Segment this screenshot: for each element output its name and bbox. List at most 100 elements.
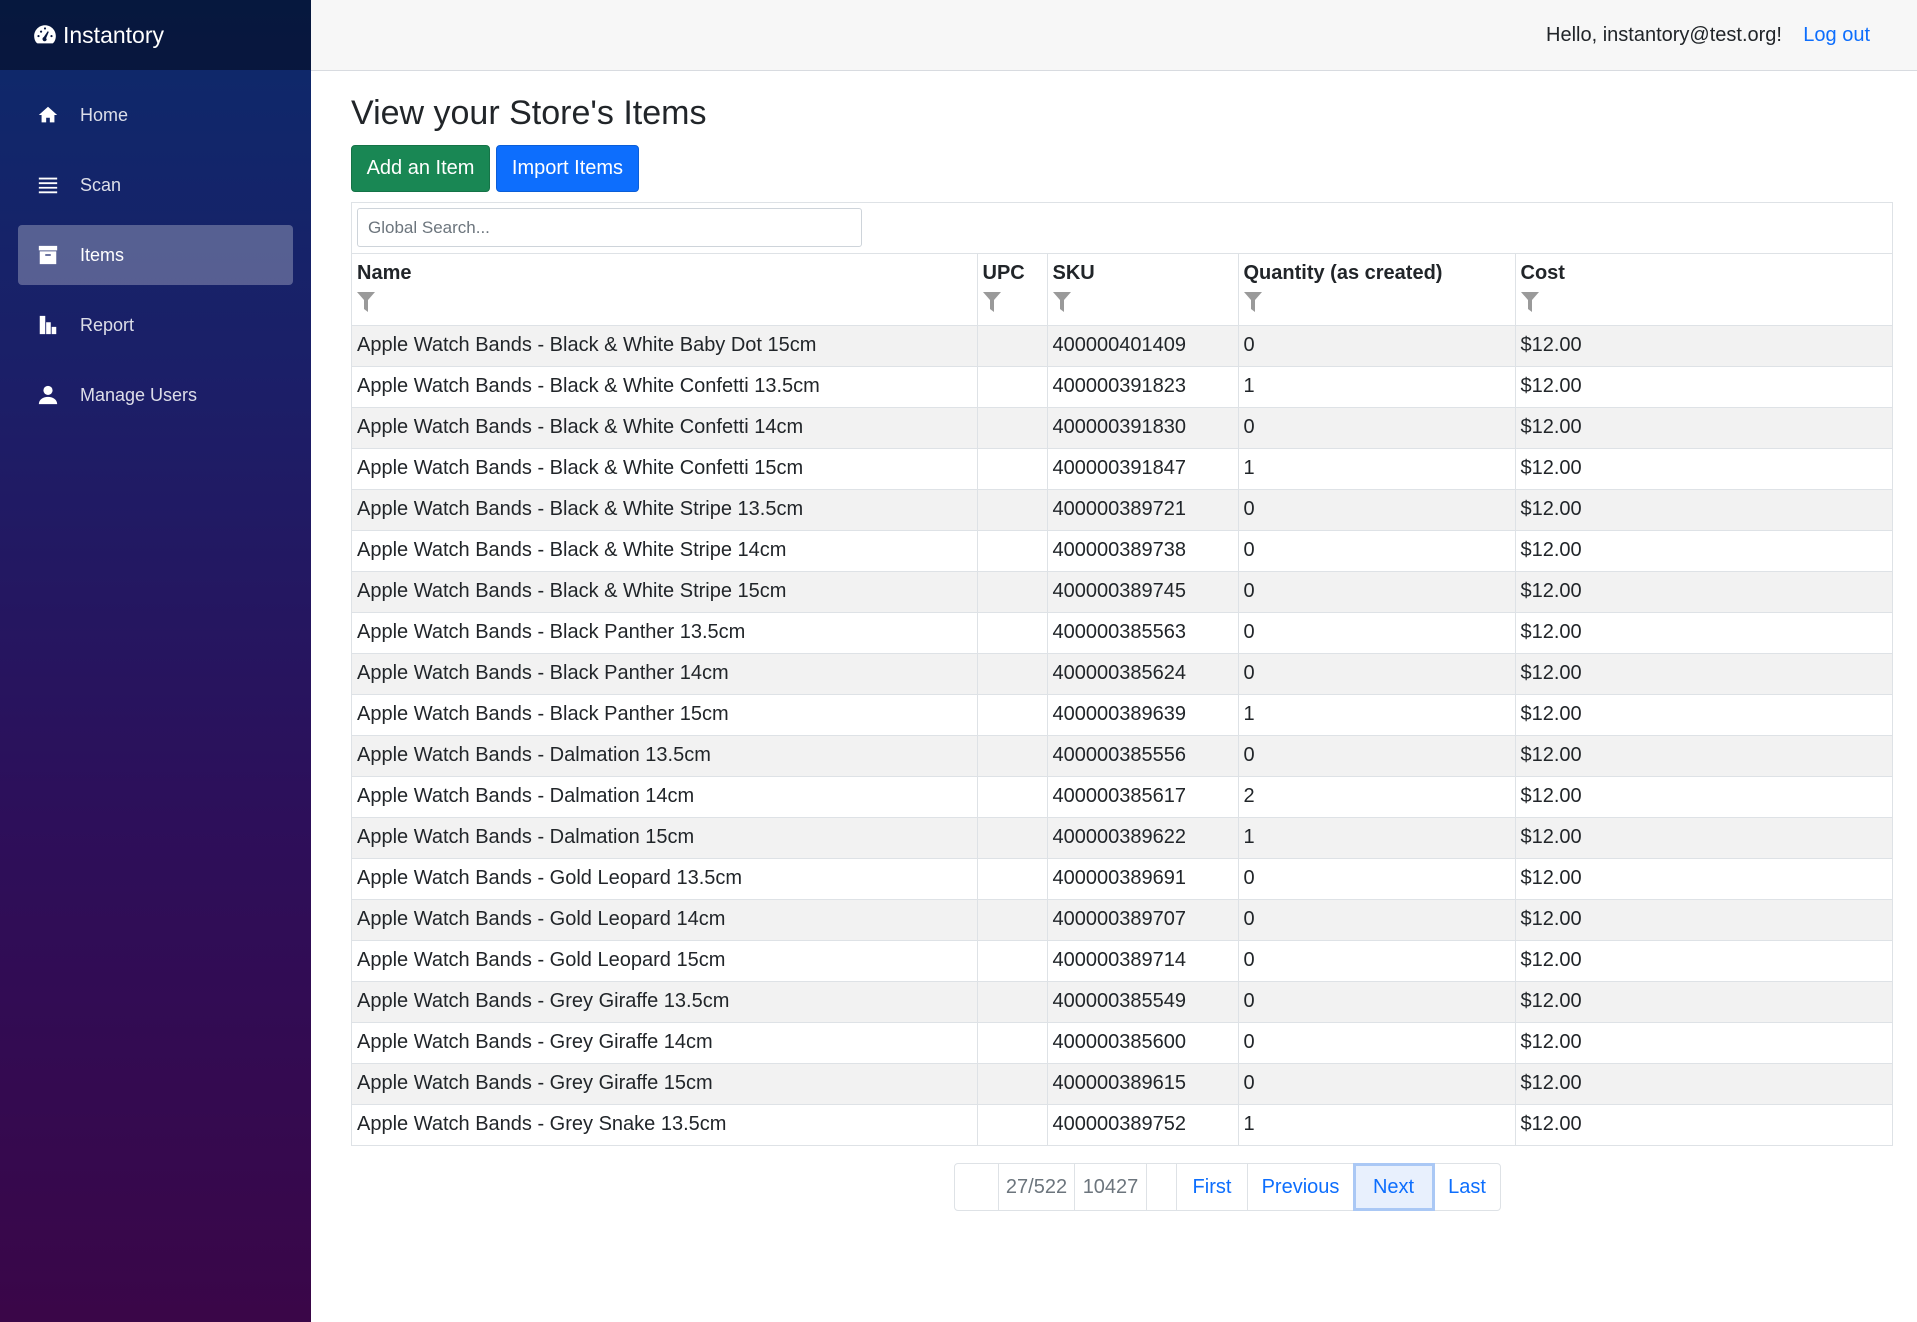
table-row[interactable]: Apple Watch Bands - Dalmation 13.5cm 4000…: [352, 735, 1892, 777]
sidebar-item-manage-users[interactable]: Manage Users: [18, 365, 293, 425]
cell-quantity: 0: [1238, 407, 1516, 449]
cell-quantity: 0: [1238, 981, 1516, 1023]
pager-blank-cell: [955, 1164, 999, 1210]
brand[interactable]: Instantory: [0, 0, 311, 70]
table-row[interactable]: Apple Watch Bands - Gold Leopard 15cm 400…: [352, 940, 1892, 982]
cell-name: Apple Watch Bands - Grey Giraffe 13.5cm: [352, 981, 978, 1023]
cell-quantity: 0: [1238, 899, 1516, 941]
global-search-input[interactable]: [357, 208, 862, 247]
cell-upc: [977, 858, 1048, 900]
cell-quantity: 0: [1238, 940, 1516, 982]
cell-upc: [977, 530, 1048, 572]
cell-sku: 400000385617: [1047, 776, 1239, 818]
cell-upc: [977, 817, 1048, 859]
pager-total-count: 10427: [1075, 1164, 1147, 1210]
pager-first-button[interactable]: First: [1177, 1164, 1248, 1210]
column-header-name[interactable]: Name: [352, 254, 978, 326]
table-row[interactable]: Apple Watch Bands - Black & White Stripe…: [352, 489, 1892, 531]
pager-page-info: 27/522: [999, 1164, 1075, 1210]
cell-name: Apple Watch Bands - Black & White Confet…: [352, 448, 978, 490]
table-row[interactable]: Apple Watch Bands - Grey Snake 13.5cm 400…: [352, 1104, 1892, 1145]
cell-sku: 400000389714: [1047, 940, 1239, 982]
table-row[interactable]: Apple Watch Bands - Dalmation 14cm 400000…: [352, 776, 1892, 818]
sidebar-item-home[interactable]: Home: [18, 85, 293, 145]
cell-sku: 400000385624: [1047, 653, 1239, 695]
cell-name: Apple Watch Bands - Grey Giraffe 15cm: [352, 1063, 978, 1105]
sidebar-item-scan[interactable]: Scan: [18, 155, 293, 215]
logout-link[interactable]: Log out: [1803, 24, 1870, 47]
cell-quantity: 1: [1238, 366, 1516, 408]
add-item-button[interactable]: Add an Item: [351, 145, 490, 192]
cell-cost: $12.00: [1515, 407, 1892, 449]
import-items-button[interactable]: Import Items: [496, 145, 639, 192]
cell-name: Apple Watch Bands - Gold Leopard 15cm: [352, 940, 978, 982]
column-header-label: UPC: [982, 262, 1025, 284]
items-table-body: Apple Watch Bands - Black & White Baby D…: [352, 325, 1892, 1145]
cell-quantity: 0: [1238, 571, 1516, 613]
cell-name: Apple Watch Bands - Black Panther 14cm: [352, 653, 978, 695]
sidebar-item-items[interactable]: Items: [18, 225, 293, 285]
table-row[interactable]: Apple Watch Bands - Black & White Confet…: [352, 366, 1892, 408]
table-row[interactable]: Apple Watch Bands - Black & White Stripe…: [352, 571, 1892, 613]
table-row[interactable]: Apple Watch Bands - Grey Giraffe 15cm 400…: [352, 1063, 1892, 1105]
cell-upc: [977, 448, 1048, 490]
pager-next-button[interactable]: Next: [1353, 1163, 1435, 1211]
pager-last-button[interactable]: Last: [1434, 1164, 1500, 1210]
filter-icon[interactable]: [1052, 292, 1071, 312]
cell-cost: $12.00: [1515, 1022, 1892, 1064]
home-icon: [36, 103, 60, 127]
top-bar: Hello, instantory@test.org! Log out: [311, 0, 1917, 71]
table-row[interactable]: Apple Watch Bands - Black & White Confet…: [352, 448, 1892, 490]
cell-name: Apple Watch Bands - Grey Giraffe 14cm: [352, 1022, 978, 1064]
cell-quantity: 0: [1238, 653, 1516, 695]
cell-upc: [977, 653, 1048, 695]
filter-icon[interactable]: [1243, 292, 1262, 312]
table-row[interactable]: Apple Watch Bands - Black & White Confet…: [352, 407, 1892, 449]
column-header-cost[interactable]: Cost: [1515, 254, 1892, 326]
cell-sku: 400000389639: [1047, 694, 1239, 736]
cell-quantity: 0: [1238, 530, 1516, 572]
table-row[interactable]: Apple Watch Bands - Black Panther 15cm 40…: [352, 694, 1892, 736]
user-icon: [36, 383, 60, 407]
column-header-quantity[interactable]: Quantity (as created): [1238, 254, 1516, 326]
table-row[interactable]: Apple Watch Bands - Grey Giraffe 13.5cm 4…: [352, 981, 1892, 1023]
cell-cost: $12.00: [1515, 448, 1892, 490]
cell-cost: $12.00: [1515, 366, 1892, 408]
filter-icon[interactable]: [357, 292, 375, 312]
cell-quantity: 0: [1238, 489, 1516, 531]
filter-icon[interactable]: [1520, 292, 1539, 312]
cell-cost: $12.00: [1515, 940, 1892, 982]
sidebar-item-report[interactable]: Report: [18, 295, 293, 355]
table-row[interactable]: Apple Watch Bands - Gold Leopard 13.5cm 4…: [352, 858, 1892, 900]
cell-sku: 400000391823: [1047, 366, 1239, 408]
table-row[interactable]: Apple Watch Bands - Grey Giraffe 14cm 400…: [352, 1022, 1892, 1064]
cell-quantity: 2: [1238, 776, 1516, 818]
table-row[interactable]: Apple Watch Bands - Black Panther 14cm 40…: [352, 653, 1892, 695]
cell-cost: $12.00: [1515, 981, 1892, 1023]
table-row[interactable]: Apple Watch Bands - Gold Leopard 14cm 400…: [352, 899, 1892, 941]
column-header-sku[interactable]: SKU: [1047, 254, 1239, 326]
sidebar-nav: Home Scan Items Report Manage Users: [0, 70, 311, 425]
cell-cost: $12.00: [1515, 612, 1892, 654]
table-row[interactable]: Apple Watch Bands - Black & White Baby D…: [352, 325, 1892, 367]
cell-quantity: 1: [1238, 817, 1516, 859]
cell-sku: 400000391830: [1047, 407, 1239, 449]
sidebar-item-label: Scan: [80, 174, 122, 195]
table-row[interactable]: Apple Watch Bands - Black & White Stripe…: [352, 530, 1892, 572]
cell-cost: $12.00: [1515, 1063, 1892, 1105]
table-row[interactable]: Apple Watch Bands - Dalmation 15cm 400000…: [352, 817, 1892, 859]
pager-previous-button[interactable]: Previous: [1248, 1164, 1354, 1210]
cell-name: Apple Watch Bands - Black & White Stripe…: [352, 530, 978, 572]
table-row[interactable]: Apple Watch Bands - Black Panther 13.5cm…: [352, 612, 1892, 654]
search-bar: [352, 203, 1892, 254]
cell-quantity: 0: [1238, 612, 1516, 654]
cell-sku: 400000389738: [1047, 530, 1239, 572]
column-header-upc[interactable]: UPC: [977, 254, 1048, 326]
cell-upc: [977, 366, 1048, 408]
sidebar-item-label: Items: [80, 244, 125, 265]
cell-name: Apple Watch Bands - Black & White Stripe…: [352, 489, 978, 531]
cell-upc: [977, 571, 1048, 613]
filter-icon[interactable]: [982, 292, 1001, 312]
cell-quantity: 0: [1238, 858, 1516, 900]
cell-name: Apple Watch Bands - Dalmation 13.5cm: [352, 735, 978, 777]
